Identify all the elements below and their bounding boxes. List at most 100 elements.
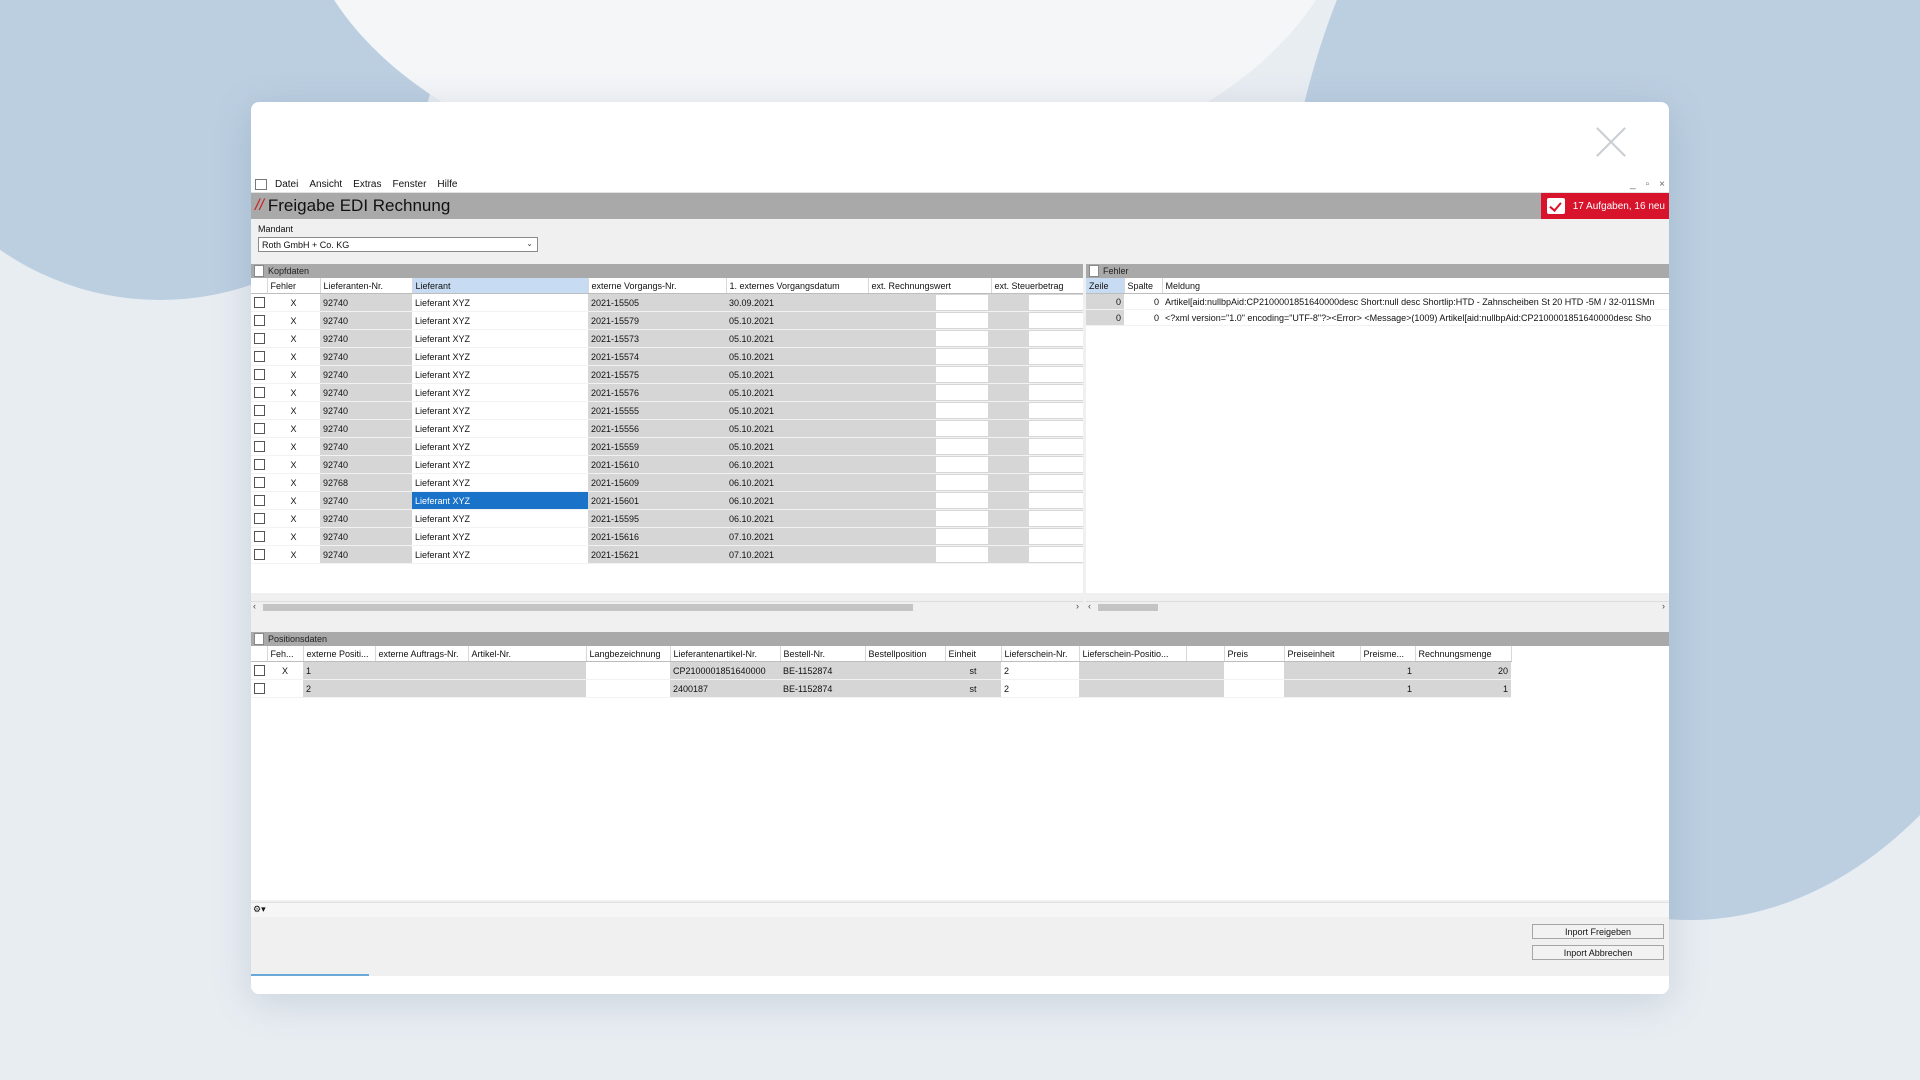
row-select-cell[interactable] — [251, 293, 267, 312]
scroll-right-icon[interactable]: › — [1662, 601, 1665, 611]
table-row[interactable]: X 92740 Lieferant XYZ 2021-15616 07.10.2021 — [251, 527, 1083, 546]
column-header[interactable]: Preis — [1224, 646, 1285, 662]
glasses-icon[interactable]: ⚙▾ — [253, 904, 266, 915]
column-header[interactable] — [251, 278, 268, 294]
column-header[interactable]: externe Auftrags-Nr. — [375, 646, 469, 662]
table-row[interactable]: X 92740 Lieferant XYZ 2021-15555 05.10.2021 — [251, 401, 1083, 420]
mandant-select[interactable]: Roth GmbH + Co. KG ⌄ — [258, 237, 538, 252]
menu-item-extras[interactable]: Extras — [353, 179, 381, 190]
table-row[interactable]: X 1 CP2100001851640000 BE-1152874 st 2 1 20 — [251, 661, 1511, 680]
row-checkbox[interactable] — [254, 351, 265, 363]
row-select-cell[interactable] — [251, 473, 267, 492]
column-header[interactable]: Preiseinheit — [1284, 646, 1361, 662]
tasks-badge[interactable]: 17 Aufgaben, 16 neu — [1540, 193, 1669, 219]
error-row[interactable]: 0 0 <?xml version="1.0" encoding="UTF-8"?>… — [1086, 309, 1669, 326]
column-header[interactable]: Lieferanten-Nr. — [320, 278, 413, 294]
row-select-cell[interactable] — [251, 545, 267, 564]
system-menu-icon[interactable] — [255, 178, 267, 190]
row-checkbox[interactable] — [254, 441, 265, 453]
table-row[interactable]: X 92740 Lieferant XYZ 2021-15610 06.10.2021 — [251, 455, 1083, 474]
column-header[interactable]: ext. Rechnungswert — [868, 278, 992, 294]
column-header[interactable]: Spalte — [1124, 278, 1163, 294]
row-select-cell[interactable] — [251, 383, 267, 402]
restore-icon[interactable]: ▫ — [1646, 179, 1650, 190]
menu-item-ansicht[interactable]: Ansicht — [309, 179, 342, 190]
scroll-right-icon[interactable]: › — [1076, 601, 1079, 611]
close-icon[interactable] — [1593, 124, 1629, 160]
minimize-icon[interactable]: _ — [1630, 179, 1636, 190]
table-row[interactable]: X 92740 Lieferant XYZ 2021-15576 05.10.2021 — [251, 383, 1083, 402]
row-checkbox[interactable] — [254, 665, 265, 677]
table-row[interactable]: X 92740 Lieferant XYZ 2021-15505 30.09.2021 — [251, 293, 1083, 312]
column-header[interactable]: Zeile — [1086, 278, 1125, 294]
row-select-cell[interactable] — [251, 509, 267, 528]
row-checkbox[interactable] — [254, 459, 265, 471]
column-header[interactable]: Bestell-Nr. — [780, 646, 866, 662]
table-row[interactable]: X 92740 Lieferant XYZ 2021-15574 05.10.2021 — [251, 347, 1083, 366]
column-header[interactable]: Lieferschein-Positio... — [1079, 646, 1187, 662]
error-row[interactable]: 0 0 Artikel[aid:nullbpAid:CP21000018516400… — [1086, 293, 1669, 310]
column-header[interactable]: Lieferant — [412, 278, 589, 294]
row-select-cell[interactable] — [251, 437, 267, 456]
row-checkbox[interactable] — [254, 369, 265, 381]
column-header[interactable]: ext. Steuerbetrag — [991, 278, 1083, 294]
scroll-left-icon[interactable]: ‹ — [253, 601, 256, 611]
row-select-cell[interactable] — [251, 419, 267, 438]
table-row[interactable]: 2 2400187 BE-1152874 st 2 1 1 — [251, 679, 1511, 698]
column-header[interactable]: Lieferschein-Nr. — [1001, 646, 1080, 662]
row-checkbox[interactable] — [254, 549, 265, 561]
column-header[interactable] — [1186, 646, 1225, 662]
row-checkbox[interactable] — [254, 315, 265, 327]
column-header[interactable] — [251, 646, 268, 662]
row-select-cell[interactable] — [251, 311, 267, 330]
table-row[interactable]: X 92768 Lieferant XYZ 2021-15609 06.10.2021 — [251, 473, 1083, 492]
row-checkbox[interactable] — [254, 333, 265, 345]
column-header[interactable]: Fehler — [267, 278, 321, 294]
row-select-cell[interactable] — [251, 347, 267, 366]
row-checkbox[interactable] — [254, 405, 265, 417]
row-select-cell[interactable] — [251, 401, 267, 420]
row-select-cell[interactable] — [251, 527, 267, 546]
column-header[interactable]: Lieferantenartikel-Nr. — [670, 646, 781, 662]
menu-item-datei[interactable]: Datei — [275, 179, 298, 190]
table-row[interactable]: X 92740 Lieferant XYZ 2021-15556 05.10.2021 — [251, 419, 1083, 438]
scroll-thumb[interactable] — [263, 604, 913, 611]
table-row[interactable]: X 92740 Lieferant XYZ 2021-15595 06.10.2021 — [251, 509, 1083, 528]
menu-item-hilfe[interactable]: Hilfe — [437, 179, 457, 190]
row-select-cell[interactable] — [251, 491, 267, 510]
table-row[interactable]: X 92740 Lieferant XYZ 2021-15573 05.10.2021 — [251, 329, 1083, 348]
column-header[interactable]: Bestellposition — [865, 646, 946, 662]
row-checkbox[interactable] — [254, 683, 265, 695]
row-checkbox[interactable] — [254, 477, 265, 489]
column-header[interactable]: externe Vorgangs-Nr. — [588, 278, 727, 294]
column-header[interactable]: Preisme... — [1360, 646, 1416, 662]
scroll-thumb[interactable] — [1098, 604, 1158, 611]
row-select-cell[interactable] — [251, 365, 267, 384]
row-checkbox[interactable] — [254, 513, 265, 525]
column-header[interactable]: Meldung — [1162, 278, 1669, 294]
column-header[interactable]: Einheit — [945, 646, 1002, 662]
import-freigeben-button[interactable]: Inport Freigeben — [1532, 924, 1664, 939]
table-row[interactable]: X 92740 Lieferant XYZ 2021-15601 06.10.2021 — [251, 491, 1083, 510]
table-row[interactable]: X 92740 Lieferant XYZ 2021-15575 05.10.2021 — [251, 365, 1083, 384]
row-checkbox[interactable] — [254, 423, 265, 435]
column-header[interactable]: Rechnungsmenge — [1415, 646, 1512, 662]
column-header[interactable]: Langbezeichnung — [586, 646, 671, 662]
row-checkbox[interactable] — [254, 495, 265, 507]
scroll-left-icon[interactable]: ‹ — [1088, 601, 1091, 611]
column-header[interactable]: Artikel-Nr. — [468, 646, 587, 662]
row-select-cell[interactable] — [251, 455, 267, 474]
table-row[interactable]: X 92740 Lieferant XYZ 2021-15579 05.10.2021 — [251, 311, 1083, 330]
menu-item-fenster[interactable]: Fenster — [393, 179, 427, 190]
column-header[interactable]: externe Positi... — [303, 646, 376, 662]
row-select-cell[interactable] — [251, 329, 267, 348]
row-checkbox[interactable] — [254, 531, 265, 543]
row-checkbox[interactable] — [254, 387, 265, 399]
column-header[interactable]: 1. externes Vorgangsdatum — [726, 278, 869, 294]
fehler-scrollbar[interactable]: ‹ › — [1086, 601, 1669, 613]
column-header[interactable]: Feh... — [267, 646, 304, 662]
import-abbrechen-button[interactable]: Inport Abbrechen — [1532, 945, 1664, 960]
row-checkbox[interactable] — [254, 297, 265, 309]
close-window-icon[interactable]: × — [1659, 179, 1665, 190]
row-select-cell[interactable] — [251, 679, 267, 698]
